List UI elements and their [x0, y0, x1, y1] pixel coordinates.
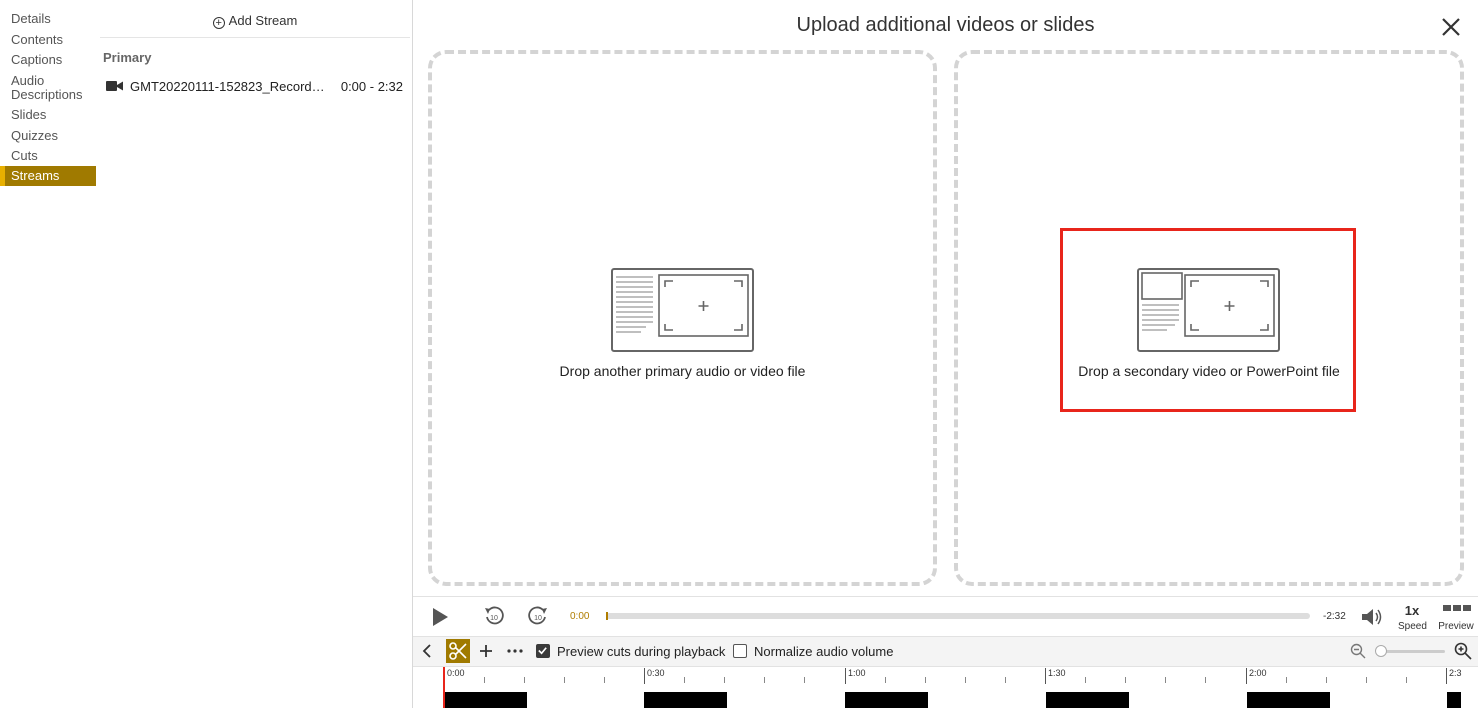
zoom-slider-handle[interactable]: [1375, 645, 1387, 657]
minor-tick: [604, 677, 605, 683]
add-stream-label: Add Stream: [228, 13, 298, 28]
minor-tick: [1205, 677, 1206, 683]
preview-cuts-checkbox[interactable]: [536, 644, 550, 658]
nav-item-slides[interactable]: Slides: [11, 108, 46, 122]
streams-panel: + Add Stream Primary GMT20220111-152823_R…: [100, 0, 412, 708]
cut-tool-button[interactable]: [446, 639, 470, 663]
minor-tick: [1125, 677, 1126, 683]
video-camera-icon: [106, 81, 123, 91]
seek-bar[interactable]: [606, 612, 1310, 620]
player-bar: 10 10 0:00 -2:32 1x Speed Preview: [413, 596, 1478, 636]
stream-time-range: 0:00 - 2:32: [340, 79, 403, 94]
tick-label: 2:3: [1446, 668, 1462, 684]
tick-label: 0:00: [444, 668, 465, 684]
play-icon[interactable]: [431, 607, 449, 627]
speed-value[interactable]: 1x: [1398, 603, 1426, 618]
zoom-out-icon[interactable]: [1350, 643, 1366, 659]
minor-tick: [1085, 677, 1086, 683]
plus-icon[interactable]: [479, 644, 493, 658]
minor-tick: [965, 677, 966, 683]
minor-tick: [885, 677, 886, 683]
minor-tick: [1326, 677, 1327, 683]
thumbnail-block: [1247, 692, 1330, 708]
thumbnail-block: [444, 692, 527, 708]
minor-tick: [484, 677, 485, 683]
tick-label: 0:30: [644, 668, 665, 684]
svg-text:10: 10: [490, 615, 498, 622]
edit-toolbar: Preview cuts during playback Normalize a…: [413, 636, 1478, 666]
nav-item-cuts[interactable]: Cuts: [11, 149, 38, 163]
add-circle-icon: +: [212, 17, 225, 29]
playhead[interactable]: [443, 667, 445, 708]
thumbnail-block: [1046, 692, 1129, 708]
add-stream-button[interactable]: + Add Stream: [100, 10, 410, 38]
stream-name: GMT20220111-152823_Recordi...: [130, 79, 325, 94]
tick-label: 1:30: [1045, 668, 1066, 684]
volume-icon[interactable]: [1361, 607, 1383, 627]
chevron-left-icon[interactable]: [421, 644, 433, 658]
tick-label: 2:00: [1246, 668, 1267, 684]
upload-dialog: Upload additional videos or slides Drop …: [413, 0, 1478, 596]
scissors-icon: [449, 642, 467, 660]
nav-item-streams[interactable]: Streams: [0, 166, 96, 186]
minor-tick: [804, 677, 805, 683]
minor-tick: [1406, 677, 1407, 683]
primary-drop-zone[interactable]: Drop another primary audio or video file: [428, 50, 937, 586]
minor-tick: [1366, 677, 1367, 683]
thumbnail-block: [1447, 692, 1461, 708]
more-icon[interactable]: [507, 649, 523, 653]
speed-label: Speed: [1398, 621, 1427, 632]
minor-tick: [684, 677, 685, 683]
nav-item-details[interactable]: Details: [11, 12, 51, 26]
stream-item[interactable]: GMT20220111-152823_Recordi... 0:00 - 2:3…: [100, 76, 410, 96]
minor-tick: [1165, 677, 1166, 683]
rewind-10-icon[interactable]: 10: [483, 605, 505, 627]
remaining-time: -2:32: [1323, 611, 1346, 622]
close-icon[interactable]: [1440, 16, 1462, 38]
normalize-audio-label: Normalize audio volume: [754, 644, 894, 659]
zoom-slider-track[interactable]: [1377, 650, 1445, 653]
zoom-in-icon[interactable]: [1454, 642, 1472, 660]
minor-tick: [1005, 677, 1006, 683]
nav-item-captions[interactable]: Captions: [11, 53, 62, 67]
timeline[interactable]: 0:00 0:30 1:00 1:30 2:00 2:3: [413, 666, 1478, 708]
nav-item-quizzes[interactable]: Quizzes: [11, 129, 58, 143]
preview-label: Preview: [1438, 621, 1474, 632]
seek-handle[interactable]: [606, 612, 608, 620]
primary-upload-icon: [611, 268, 754, 352]
preview-layout-icon[interactable]: [1443, 605, 1471, 613]
side-nav: Details Contents Captions Audio Descript…: [0, 0, 100, 708]
minor-tick: [564, 677, 565, 683]
thumbnail-block: [644, 692, 727, 708]
minor-tick: [524, 677, 525, 683]
secondary-upload-icon: [1137, 268, 1280, 352]
secondary-drop-text: Drop a secondary video or PowerPoint fil…: [1078, 363, 1340, 379]
minor-tick: [925, 677, 926, 683]
preview-cuts-label: Preview cuts during playback: [557, 644, 726, 659]
minor-tick: [1286, 677, 1287, 683]
tick-label: 1:00: [845, 668, 866, 684]
forward-10-icon[interactable]: 10: [527, 605, 549, 627]
nav-item-contents[interactable]: Contents: [11, 33, 63, 47]
secondary-drop-zone[interactable]: Drop a secondary video or PowerPoint fil…: [954, 50, 1464, 586]
minor-tick: [764, 677, 765, 683]
nav-item-audio-descriptions[interactable]: Audio Descriptions: [11, 74, 83, 102]
section-label-primary: Primary: [103, 50, 152, 65]
thumbnail-block: [845, 692, 928, 708]
minor-tick: [724, 677, 725, 683]
check-icon: [538, 647, 547, 655]
current-time: 0:00: [570, 611, 590, 622]
svg-text:10: 10: [534, 615, 542, 622]
upload-title: Upload additional videos or slides: [796, 14, 1095, 36]
normalize-audio-checkbox[interactable]: [733, 644, 747, 658]
primary-drop-text: Drop another primary audio or video file: [559, 363, 806, 379]
app-root: Details Contents Captions Audio Descript…: [0, 0, 1478, 708]
